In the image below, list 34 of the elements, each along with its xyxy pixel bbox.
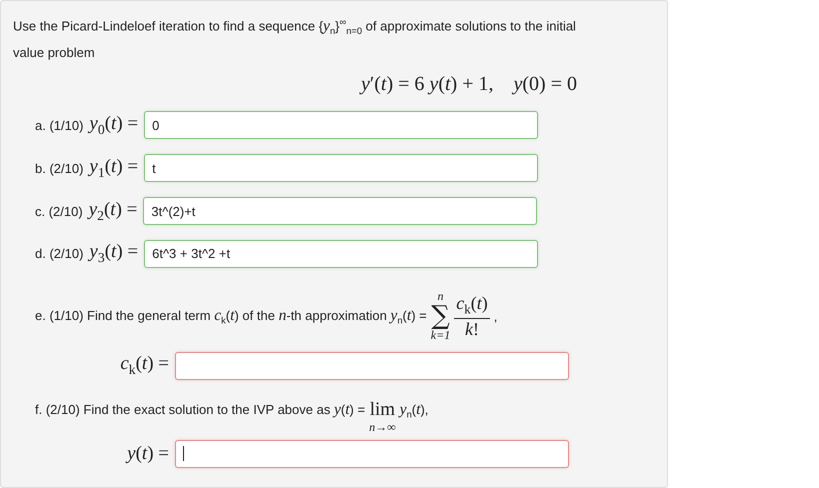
sum-upper-limit: n <box>438 289 444 304</box>
part-label: c. (2/10) <box>35 204 83 219</box>
answer-value: 3t^(2)+t <box>151 204 196 219</box>
math-label: y$_{0}$(t) = <box>89 112 138 138</box>
part-label: b. (2/10) <box>35 160 84 176</box>
answer-field[interactable]: 3t^(2)+t <box>143 197 538 226</box>
part-label: a. (1/10) <box>35 118 84 133</box>
answer-value: 6t^3 + 3t^2 +t <box>152 246 230 262</box>
answer-field[interactable]: t <box>144 154 538 182</box>
answer-field[interactable]: 6t^3 + 3t^2 +t <box>144 240 538 268</box>
math-label: y$_{3}$(t) = <box>89 241 138 266</box>
punctuation: , <box>494 308 498 324</box>
limit-subscript: n→∞ <box>369 421 396 434</box>
fraction-numerator: c$_{k}$(t) <box>454 293 490 319</box>
sum-lower-limit: k=1 <box>430 328 450 344</box>
answer-value: t <box>152 160 156 176</box>
math-expression: y$_{n}$(t), <box>400 400 428 422</box>
part-prompt: e. (1/10) Find the general term c$_{k}$(t) of the n-th approximation y$_{n}$(t) = <box>35 307 427 326</box>
fraction-denominator: k! <box>464 318 479 340</box>
question-text: Use the Picard-Lindeloef iteration to find a sequence {y$_{n}$}$^{∞}$$_{n=0}$ of approximate solutions to the initial value problem <box>13 16 577 62</box>
limit-operator: lim <box>370 399 396 422</box>
differential-equation: y′(t) = 6 y(t) + 1, y(0) = 0 <box>360 72 577 96</box>
math-label: c$_{k}$(t) = <box>119 353 169 378</box>
part-label: d. (2/10) <box>35 246 84 262</box>
answer-value: 0 <box>152 118 160 133</box>
math-label: y$_{2}$(t) = <box>88 198 138 224</box>
part-prompt: f. (2/10) Find the exact solution to the IVP above as y(t) = <box>35 400 366 420</box>
math-label: y$_{1}$(t) = <box>89 156 138 181</box>
answer-field[interactable] <box>175 352 569 380</box>
math-label: y(t) = <box>124 442 169 465</box>
answer-field[interactable]: 0 <box>144 111 538 140</box>
answer-field[interactable] <box>175 440 569 468</box>
text-cursor <box>183 446 184 462</box>
sum-sign: ∑ <box>431 304 450 328</box>
